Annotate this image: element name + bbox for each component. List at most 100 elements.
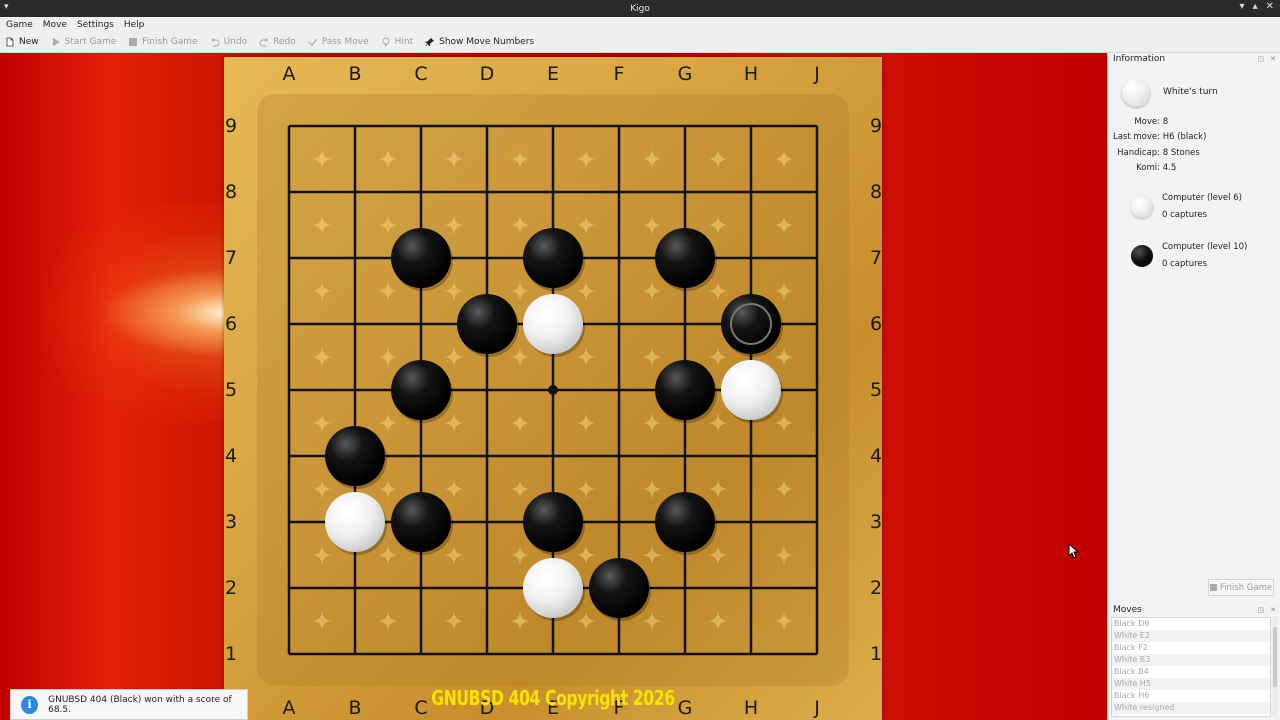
black-player-name: Computer (level 10) (1162, 242, 1248, 252)
turn-text: White's turn (1163, 87, 1218, 97)
start-game-button[interactable]: Start Game (51, 37, 116, 47)
white-stone (325, 492, 385, 552)
column-label-top: J (814, 63, 820, 85)
white-player-stone-icon (1131, 196, 1153, 218)
information-panel: Information ◳ ✕ White's turn Move: 8 Las… (1107, 53, 1280, 720)
toolbar: New Start Game Finish Game Undo Redo Pas… (0, 32, 1280, 53)
column-label-top: D (479, 63, 495, 85)
row-label-left: 8 (224, 181, 238, 203)
row-label-left: 6 (224, 313, 238, 335)
panel-finish-game-button[interactable]: Finish Game (1208, 579, 1274, 596)
new-button[interactable]: New (5, 37, 39, 47)
notification-text: GNUBSD 404 (Black) won with a score of 6… (48, 694, 232, 715)
turn-stone-icon (1122, 79, 1150, 107)
black-stone (655, 492, 715, 552)
float-icon[interactable]: ◳ (1258, 606, 1265, 614)
list-item[interactable]: Black F2 (1112, 642, 1270, 654)
stop-icon (1209, 584, 1217, 591)
black-stone (325, 426, 385, 486)
white-player-name: Computer (level 6) (1162, 193, 1242, 203)
undo-button[interactable]: Undo (210, 37, 247, 47)
board-grid[interactable] (224, 57, 882, 720)
go-board[interactable]: ABCDEFGHJABCDEFGHJ998877665544332211 GNU… (224, 57, 882, 720)
mouse-cursor-icon (1068, 543, 1080, 559)
pass-icon (308, 38, 318, 46)
black-stone (391, 360, 451, 420)
row-label-right: 9 (869, 115, 883, 137)
minimize-icon[interactable]: ▾ (1240, 1, 1245, 12)
window-menu-icon[interactable]: ▾ (4, 2, 9, 12)
info-dock-buttons: ◳ ✕ (1258, 55, 1277, 63)
row-label-left: 5 (224, 379, 238, 401)
title-bar: ▾ Kigo ▾ ▴ ✕ (0, 0, 1280, 17)
redo-icon (259, 38, 269, 47)
info-komi: Komi: 4.5 (1136, 163, 1177, 173)
white-stone (721, 360, 781, 420)
column-label-top: F (613, 63, 625, 85)
moves-title: Moves (1113, 605, 1142, 615)
menu-game[interactable]: Game (6, 20, 33, 30)
undo-icon (210, 38, 219, 47)
redo-button[interactable]: Redo (259, 37, 296, 47)
black-stone (523, 492, 583, 552)
list-item[interactable]: White H5 (1112, 678, 1270, 690)
list-item[interactable]: Black D6 (1112, 618, 1270, 630)
menu-help[interactable]: Help (124, 20, 145, 30)
list-item[interactable]: White B3 (1112, 654, 1270, 666)
black-stone (391, 492, 451, 552)
row-label-right: 4 (869, 445, 883, 467)
column-label-top: H (743, 63, 759, 85)
close-icon[interactable]: ✕ (1266, 1, 1274, 12)
show-move-numbers-button[interactable]: Show Move Numbers (425, 37, 534, 47)
close-panel-icon[interactable]: ✕ (1270, 55, 1276, 63)
maximize-icon[interactable]: ▴ (1253, 1, 1258, 12)
row-label-left: 1 (224, 643, 238, 665)
close-panel-icon[interactable]: ✕ (1270, 606, 1276, 614)
row-label-left: 4 (224, 445, 238, 467)
finish-game-button[interactable]: Finish Game (128, 37, 198, 47)
background-glow (100, 268, 230, 358)
moves-list[interactable]: Black D6 White E2 Black F2 White B3 Blac… (1111, 617, 1271, 717)
pass-move-button[interactable]: Pass Move (308, 37, 369, 47)
list-item[interactable]: White resigned (1112, 702, 1270, 714)
white-player-captures: 0 captures (1162, 210, 1208, 220)
row-label-right: 5 (869, 379, 883, 401)
pin-icon (425, 38, 435, 46)
play-icon (52, 38, 60, 46)
row-label-right: 2 (869, 577, 883, 599)
white-stone (523, 294, 583, 354)
menu-bar: Game Move Settings Help (0, 17, 1280, 32)
result-notification: i GNUBSD 404 (Black) won with a score of… (10, 689, 248, 720)
info-icon: i (21, 695, 39, 714)
info-move: Move: 8 (1134, 117, 1169, 127)
column-label-bottom: A (282, 697, 296, 719)
moves-scrollbar[interactable] (1272, 617, 1278, 717)
row-label-left: 9 (224, 115, 238, 137)
column-label-bottom: J (814, 697, 820, 719)
column-label-top: C (414, 63, 428, 85)
hint-button[interactable]: Hint (381, 37, 413, 47)
info-handicap: Handicap: 8 Stones (1117, 148, 1200, 158)
new-document-icon (6, 37, 14, 47)
row-label-right: 3 (869, 511, 883, 533)
information-title: Information (1113, 54, 1166, 64)
row-label-right: 1 (869, 643, 883, 665)
float-icon[interactable]: ◳ (1258, 55, 1265, 63)
menu-settings[interactable]: Settings (77, 20, 114, 30)
black-stone (457, 294, 517, 354)
stop-icon (129, 38, 138, 46)
row-label-right: 6 (869, 313, 883, 335)
menu-move[interactable]: Move (43, 20, 67, 30)
board-watermark: GNUBSD 404 Copyright 2026 (431, 686, 675, 710)
column-label-top: B (348, 63, 362, 85)
black-stone (523, 228, 583, 288)
star-point (548, 385, 558, 395)
list-item[interactable]: Black B4 (1112, 666, 1270, 678)
row-label-left: 2 (224, 577, 238, 599)
list-item[interactable]: White E2 (1112, 630, 1270, 642)
white-stone (523, 558, 583, 618)
white-player-info: Computer (level 6) 0 captures (1162, 190, 1242, 224)
black-stone (391, 228, 451, 288)
black-stone (655, 228, 715, 288)
list-item[interactable]: Black H6 (1112, 690, 1270, 702)
